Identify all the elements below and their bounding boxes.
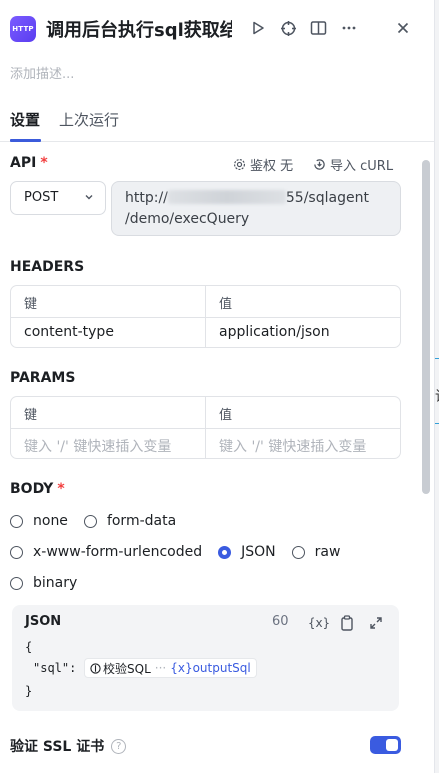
redacted-host	[167, 190, 286, 204]
radio-label: form-data	[106, 513, 177, 529]
headers-col-value: 值	[219, 297, 233, 312]
json-editor[interactable]: JSON 60 {x} { "sql": 校验SQL ··· {x}output…	[12, 605, 399, 711]
param-value-input[interactable]: 键入 '/' 键快速插入变量	[219, 436, 366, 456]
tab-bar: 设置 上次运行	[0, 104, 434, 142]
canvas-edge: 请	[434, 0, 439, 773]
url-prefix: http://	[125, 190, 168, 206]
edge-line	[435, 423, 439, 424]
api-section-label: API *	[10, 155, 48, 171]
copy-icon[interactable]	[338, 614, 356, 632]
more-icon[interactable]	[338, 17, 360, 39]
radio-dot	[291, 545, 305, 559]
row-divider	[11, 317, 400, 318]
row-divider	[11, 428, 400, 429]
headers-section-label: HEADERS	[10, 259, 85, 275]
description-input[interactable]: 添加描述...	[10, 63, 74, 82]
radio-dot-selected	[218, 545, 232, 559]
chip-ellipsis: ···	[154, 661, 167, 675]
radio-label: x-www-form-urlencoded	[33, 544, 203, 560]
ssl-verify-toggle[interactable]	[370, 736, 401, 754]
required-mark: *	[57, 481, 65, 497]
active-tab-indicator	[10, 139, 41, 142]
radio-label: raw	[314, 544, 341, 560]
variable-reference-chip[interactable]: 校验SQL ··· {x}outputSql	[84, 658, 257, 678]
method-select[interactable]: POST	[10, 181, 106, 215]
params-table: 键 值 键入 '/' 键快速插入变量 键入 '/' 键快速插入变量	[10, 396, 401, 459]
headers-col-key: 键	[24, 297, 38, 312]
code-line-1: {	[25, 640, 33, 654]
params-col-key: 键	[24, 408, 38, 423]
body-section-label: BODY *	[10, 481, 65, 497]
body-type-row-1: none form-data	[10, 511, 192, 531]
radio-dot	[83, 514, 97, 528]
method-value: POST	[24, 190, 59, 205]
json-editor-title: JSON	[25, 614, 62, 629]
help-icon[interactable]: ?	[111, 738, 127, 754]
locate-icon[interactable]	[277, 17, 299, 39]
insert-variable-icon[interactable]: {x}	[308, 614, 330, 632]
radio-form-data[interactable]: form-data	[83, 513, 177, 529]
ssl-label-text: 验证 SSL 证书	[10, 739, 105, 755]
node-icon	[90, 662, 101, 674]
header-value-input[interactable]: application/json	[219, 324, 330, 340]
radio-raw[interactable]: raw	[291, 544, 341, 560]
ssl-verify-label: 验证 SSL 证书 ?	[10, 736, 127, 756]
url-suffix: 55/sqlagent	[285, 190, 369, 206]
params-col-value: 值	[219, 408, 233, 423]
import-curl-button[interactable]: 导入 cURL	[313, 155, 393, 174]
radio-label: none	[33, 513, 68, 529]
auth-button[interactable]: 鉴权 无	[233, 155, 293, 174]
headers-table: 键 值 content-type application/json	[10, 285, 401, 348]
http-node-panel: HTTP 调用后台执行sql获取结 添加描述... 设置 上次运行 API * 鉴…	[0, 0, 434, 773]
radio-dot	[10, 576, 23, 590]
tab-settings[interactable]: 设置	[10, 109, 40, 130]
code-line-3: }	[25, 684, 33, 698]
http-icon: HTTP	[10, 16, 36, 42]
body-label: BODY	[10, 481, 54, 497]
toggle-knob	[386, 739, 398, 751]
url-input[interactable]: http:// 55/sqlagent /demo/execQuery	[111, 181, 401, 236]
radio-binary[interactable]: binary	[10, 575, 77, 591]
chip-node-name: 校验SQL	[103, 661, 151, 676]
scrollbar-thumb[interactable]	[422, 160, 430, 494]
edge-glyph: 请	[435, 386, 439, 406]
node-title[interactable]: 调用后台执行sql获取结	[46, 16, 232, 42]
radio-label: JSON	[241, 544, 276, 560]
radio-dot	[10, 514, 23, 528]
tab-last-run[interactable]: 上次运行	[59, 109, 119, 130]
radio-label: binary	[33, 575, 78, 591]
radio-dot	[10, 545, 23, 559]
api-label: API	[10, 155, 37, 171]
header-key-input[interactable]: content-type	[24, 324, 114, 340]
chevron-down-icon	[85, 195, 93, 200]
radio-none[interactable]: none	[10, 513, 68, 529]
chip-variable-name: {x}outputSql	[170, 661, 251, 675]
radio-x-www-form-urlencoded[interactable]: x-www-form-urlencoded	[10, 544, 202, 560]
radio-json[interactable]: JSON	[218, 544, 276, 560]
param-key-input[interactable]: 键入 '/' 键快速插入变量	[24, 436, 171, 456]
body-type-row-2: x-www-form-urlencoded JSON raw	[10, 542, 356, 562]
edge-line	[435, 358, 439, 359]
auth-label: 鉴权 无	[250, 159, 294, 174]
required-mark: *	[40, 155, 48, 171]
close-icon[interactable]	[392, 17, 414, 39]
run-icon[interactable]	[247, 17, 269, 39]
panel-header: HTTP 调用后台执行sql获取结	[0, 0, 434, 56]
url-path: /demo/execQuery	[125, 211, 250, 227]
import-curl-label: 导入 cURL	[330, 159, 394, 174]
code-key: "sql":	[33, 661, 77, 675]
params-section-label: PARAMS	[10, 370, 76, 386]
import-icon	[314, 159, 325, 170]
split-view-icon[interactable]	[307, 17, 329, 39]
body-type-row-3: binary	[10, 573, 93, 593]
expand-icon[interactable]	[367, 614, 385, 632]
json-char-count: 60	[272, 614, 289, 629]
gear-icon	[233, 158, 246, 171]
